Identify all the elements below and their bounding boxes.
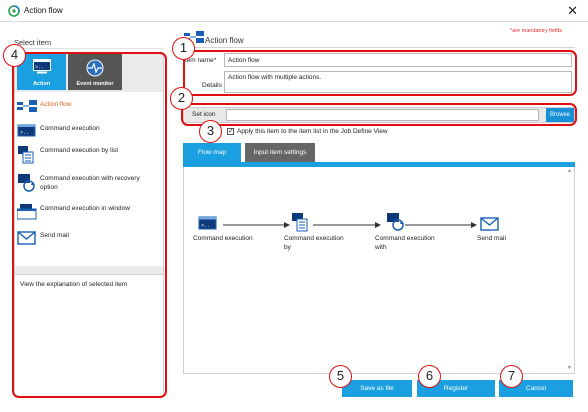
command-execution-recovery-icon[interactable] xyxy=(386,213,406,232)
command-execution-icon[interactable]: >.. xyxy=(198,216,218,232)
title-bar: Action flow ✕ xyxy=(0,0,588,22)
flow-node-label: Command execution xyxy=(193,235,253,242)
divider xyxy=(14,48,164,49)
divider xyxy=(182,47,575,48)
close-icon[interactable]: ✕ xyxy=(567,3,578,19)
annotation-callout: 2 xyxy=(170,87,193,110)
apply-checkbox[interactable]: ✓ xyxy=(227,128,234,135)
flow-connectors xyxy=(223,222,477,228)
annotation-callout: 4 xyxy=(3,44,26,67)
flow-node-label: Command execution with xyxy=(375,235,435,251)
annotation-callout: 1 xyxy=(172,37,195,60)
annotation-box xyxy=(183,50,577,96)
apply-label: Apply this item to the item list in the … xyxy=(237,128,388,135)
flow-node-label: Send mail xyxy=(477,235,506,242)
command-execution-list-icon[interactable] xyxy=(291,213,311,232)
annotation-callout: 3 xyxy=(199,120,222,143)
mandatory-note: *are mandatory fields xyxy=(510,28,562,34)
window-title: Action flow xyxy=(24,6,63,15)
annotation-callout: 7 xyxy=(500,365,523,388)
flow-node-label: Command execution by xyxy=(284,235,344,251)
annotation-callout: 5 xyxy=(329,365,352,388)
annotation-box xyxy=(181,103,577,126)
mail-icon[interactable] xyxy=(480,217,500,231)
app-icon xyxy=(8,5,20,17)
check-icon: ✓ xyxy=(228,128,234,135)
panel-title: Action flow xyxy=(205,36,244,45)
save-as-file-button[interactable]: Save as file xyxy=(342,380,412,397)
svg-text:>..: >.. xyxy=(201,223,210,229)
annotation-callout: 6 xyxy=(418,365,441,388)
annotation-box xyxy=(12,52,167,398)
tab-input-item-settings[interactable]: Input item settings xyxy=(245,143,315,162)
tab-flow-map[interactable]: Flow map xyxy=(183,143,241,162)
